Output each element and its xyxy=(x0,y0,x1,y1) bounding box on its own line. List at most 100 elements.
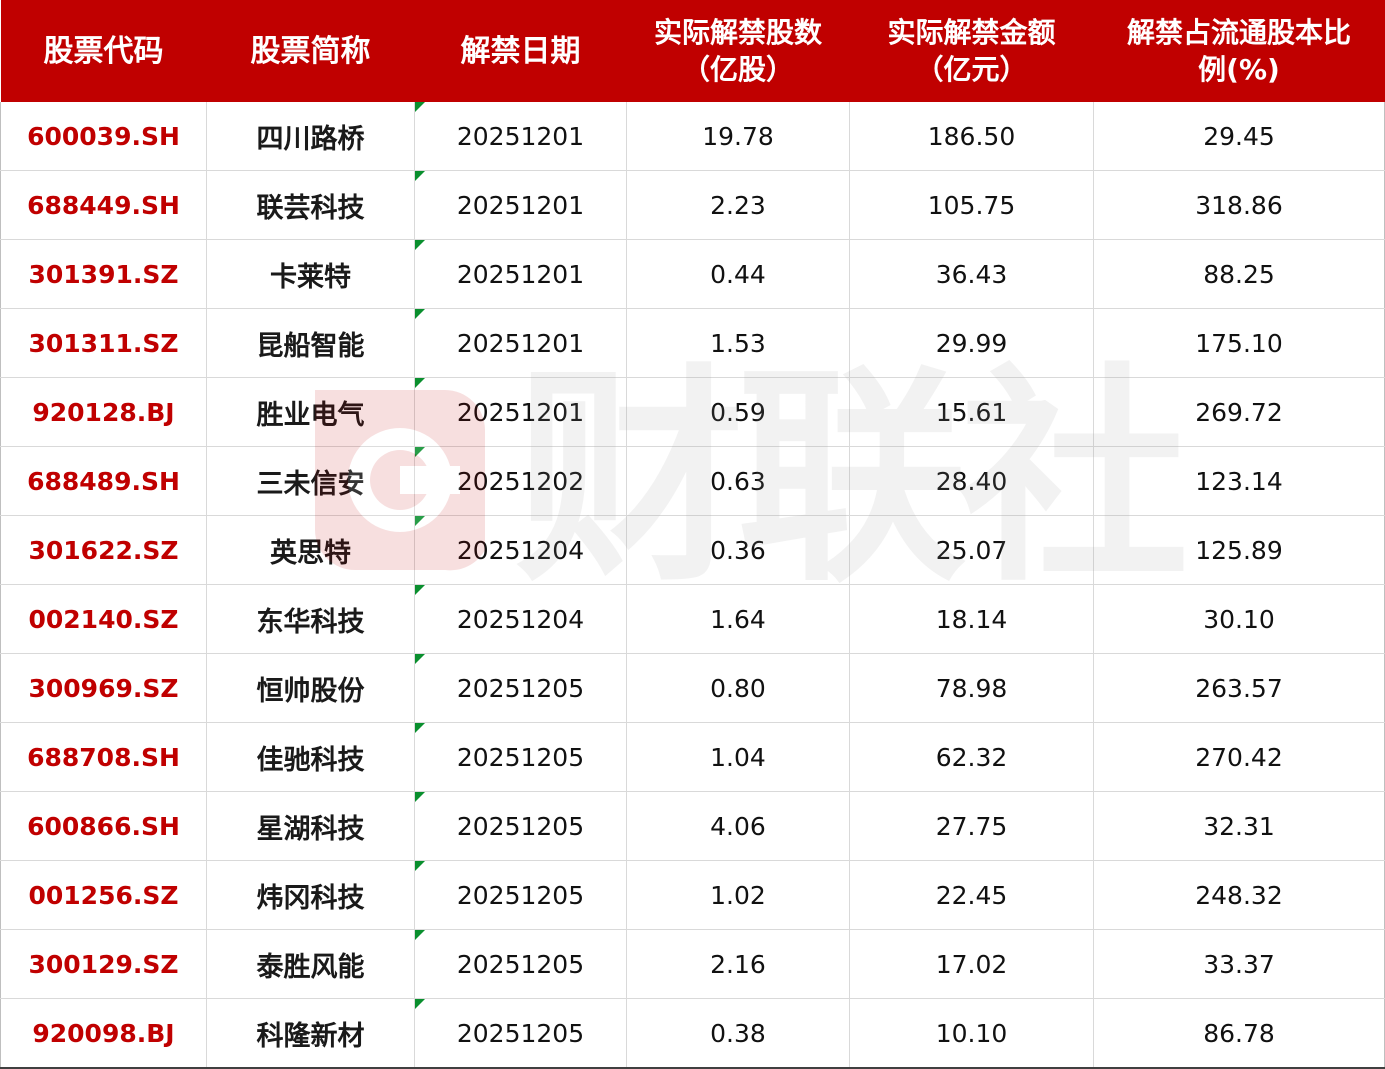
column-header-line1: 股票代码 xyxy=(43,33,164,69)
unlock-date-cell: 20251201 xyxy=(414,170,627,240)
unlock-shares-cell: 0.63 xyxy=(626,446,850,516)
table-body: 600039.SH 四川路桥 20251201 19.78 186.50 29.45 688… xyxy=(0,102,1385,1069)
column-header-line1: 实际解禁股数 xyxy=(653,16,822,49)
unlock-ratio-cell: 33.37 xyxy=(1093,929,1385,999)
table-row: 300969.SZ 恒帅股份 20251205 0.80 78.98 263.57 xyxy=(0,653,1385,723)
unlock-date-cell: 20251201 xyxy=(414,239,627,309)
table-row: 600866.SH 星湖科技 20251205 4.06 27.75 32.31 xyxy=(0,791,1385,861)
stock-name-cell: 佳驰科技 xyxy=(206,722,415,792)
stock-name-cell: 泰胜风能 xyxy=(206,929,415,999)
table-row: 300129.SZ 泰胜风能 20251205 2.16 17.02 33.37 xyxy=(0,929,1385,999)
column-header-line2: 例(%) xyxy=(1198,53,1280,86)
unlock-shares-cell: 2.23 xyxy=(626,170,850,240)
unlock-shares-cell: 0.38 xyxy=(626,998,850,1069)
stock-code-cell: 002140.SZ xyxy=(0,584,207,654)
table-row: 688449.SH 联芸科技 20251201 2.23 105.75 318.86 xyxy=(0,170,1385,240)
unlock-amount-cell: 15.61 xyxy=(849,377,1094,447)
unlock-amount-cell: 62.32 xyxy=(849,722,1094,792)
unlock-table-container: 股票代码 股票简称 解禁日期 实际解禁股数 （亿股） 实际解禁金额 （亿元） 解禁占流通股本比… xyxy=(0,0,1385,1069)
stock-name-cell: 联芸科技 xyxy=(206,170,415,240)
unlock-ratio-cell: 29.45 xyxy=(1093,102,1385,171)
stock-name-cell: 炜冈科技 xyxy=(206,860,415,930)
unlock-amount-cell: 18.14 xyxy=(849,584,1094,654)
unlock-amount-cell: 78.98 xyxy=(849,653,1094,723)
unlock-date-cell: 20251205 xyxy=(414,929,627,999)
column-header-line1: 股票简称 xyxy=(250,33,371,69)
unlock-ratio-cell: 263.57 xyxy=(1093,653,1385,723)
column-header-line1: 解禁占流通股本比 xyxy=(1126,16,1351,49)
stock-code-cell: 301391.SZ xyxy=(0,239,207,309)
unlock-date-cell: 20251201 xyxy=(414,308,627,378)
stock-code-cell: 600039.SH xyxy=(0,102,207,171)
column-header: 股票代码 xyxy=(0,0,207,102)
unlock-date-cell: 20251201 xyxy=(414,377,627,447)
column-header-line2: （亿股） xyxy=(681,53,794,86)
unlock-amount-cell: 29.99 xyxy=(849,308,1094,378)
stock-name-cell: 英思特 xyxy=(206,515,415,585)
unlock-shares-cell: 4.06 xyxy=(626,791,850,861)
unlock-amount-cell: 10.10 xyxy=(849,998,1094,1069)
column-header: 实际解禁股数 （亿股） xyxy=(626,0,850,102)
table-row: 920128.BJ 胜业电气 20251201 0.59 15.61 269.72 xyxy=(0,377,1385,447)
stock-code-cell: 688489.SH xyxy=(0,446,207,516)
unlock-shares-cell: 1.53 xyxy=(626,308,850,378)
unlock-ratio-cell: 86.78 xyxy=(1093,998,1385,1069)
unlock-amount-cell: 17.02 xyxy=(849,929,1094,999)
table-row: 920098.BJ 科隆新材 20251205 0.38 10.10 86.78 xyxy=(0,998,1385,1069)
unlock-shares-cell: 2.16 xyxy=(626,929,850,999)
unlock-date-cell: 20251205 xyxy=(414,998,627,1069)
stock-code-cell: 301311.SZ xyxy=(0,308,207,378)
table-row: 002140.SZ 东华科技 20251204 1.64 18.14 30.10 xyxy=(0,584,1385,654)
stock-code-cell: 301622.SZ xyxy=(0,515,207,585)
unlock-schedule-table: 股票代码 股票简称 解禁日期 实际解禁股数 （亿股） 实际解禁金额 （亿元） 解禁占流通股本比… xyxy=(0,0,1385,1069)
stock-code-cell: 688708.SH xyxy=(0,722,207,792)
unlock-shares-cell: 0.80 xyxy=(626,653,850,723)
table-header: 股票代码 股票简称 解禁日期 实际解禁股数 （亿股） 实际解禁金额 （亿元） 解禁占流通股本比… xyxy=(0,0,1385,102)
unlock-ratio-cell: 175.10 xyxy=(1093,308,1385,378)
stock-code-cell: 300969.SZ xyxy=(0,653,207,723)
table-row: 688708.SH 佳驰科技 20251205 1.04 62.32 270.42 xyxy=(0,722,1385,792)
stock-code-cell: 600866.SH xyxy=(0,791,207,861)
unlock-amount-cell: 28.40 xyxy=(849,446,1094,516)
stock-code-cell: 920128.BJ xyxy=(0,377,207,447)
table-row: 600039.SH 四川路桥 20251201 19.78 186.50 29.45 xyxy=(0,102,1385,171)
stock-name-cell: 四川路桥 xyxy=(206,102,415,171)
unlock-ratio-cell: 270.42 xyxy=(1093,722,1385,792)
unlock-ratio-cell: 248.32 xyxy=(1093,860,1385,930)
unlock-amount-cell: 186.50 xyxy=(849,102,1094,171)
stock-name-cell: 卡莱特 xyxy=(206,239,415,309)
unlock-shares-cell: 1.02 xyxy=(626,860,850,930)
table-row: 001256.SZ 炜冈科技 20251205 1.02 22.45 248.32 xyxy=(0,860,1385,930)
stock-code-cell: 920098.BJ xyxy=(0,998,207,1069)
unlock-amount-cell: 105.75 xyxy=(849,170,1094,240)
unlock-shares-cell: 0.44 xyxy=(626,239,850,309)
unlock-date-cell: 20251201 xyxy=(414,102,627,171)
stock-name-cell: 科隆新材 xyxy=(206,998,415,1069)
unlock-ratio-cell: 30.10 xyxy=(1093,584,1385,654)
column-header: 解禁占流通股本比 例(%) xyxy=(1093,0,1385,102)
stock-code-cell: 688449.SH xyxy=(0,170,207,240)
unlock-date-cell: 20251202 xyxy=(414,446,627,516)
stock-code-cell: 300129.SZ xyxy=(0,929,207,999)
column-header: 股票简称 xyxy=(206,0,415,102)
unlock-shares-cell: 0.59 xyxy=(626,377,850,447)
unlock-amount-cell: 27.75 xyxy=(849,791,1094,861)
unlock-shares-cell: 1.04 xyxy=(626,722,850,792)
unlock-shares-cell: 0.36 xyxy=(626,515,850,585)
unlock-amount-cell: 36.43 xyxy=(849,239,1094,309)
stock-name-cell: 东华科技 xyxy=(206,584,415,654)
unlock-amount-cell: 25.07 xyxy=(849,515,1094,585)
unlock-ratio-cell: 123.14 xyxy=(1093,446,1385,516)
column-header-line1: 实际解禁金额 xyxy=(887,16,1056,49)
unlock-date-cell: 20251204 xyxy=(414,584,627,654)
table-row: 301311.SZ 昆船智能 20251201 1.53 29.99 175.10 xyxy=(0,308,1385,378)
unlock-shares-cell: 19.78 xyxy=(626,102,850,171)
column-header-line2: （亿元） xyxy=(915,53,1028,86)
unlock-amount-cell: 22.45 xyxy=(849,860,1094,930)
table-row: 301622.SZ 英思特 20251204 0.36 25.07 125.89 xyxy=(0,515,1385,585)
stock-name-cell: 星湖科技 xyxy=(206,791,415,861)
table-row: 301391.SZ 卡莱特 20251201 0.44 36.43 88.25 xyxy=(0,239,1385,309)
table-row: 688489.SH 三未信安 20251202 0.63 28.40 123.14 xyxy=(0,446,1385,516)
unlock-shares-cell: 1.64 xyxy=(626,584,850,654)
unlock-ratio-cell: 318.86 xyxy=(1093,170,1385,240)
